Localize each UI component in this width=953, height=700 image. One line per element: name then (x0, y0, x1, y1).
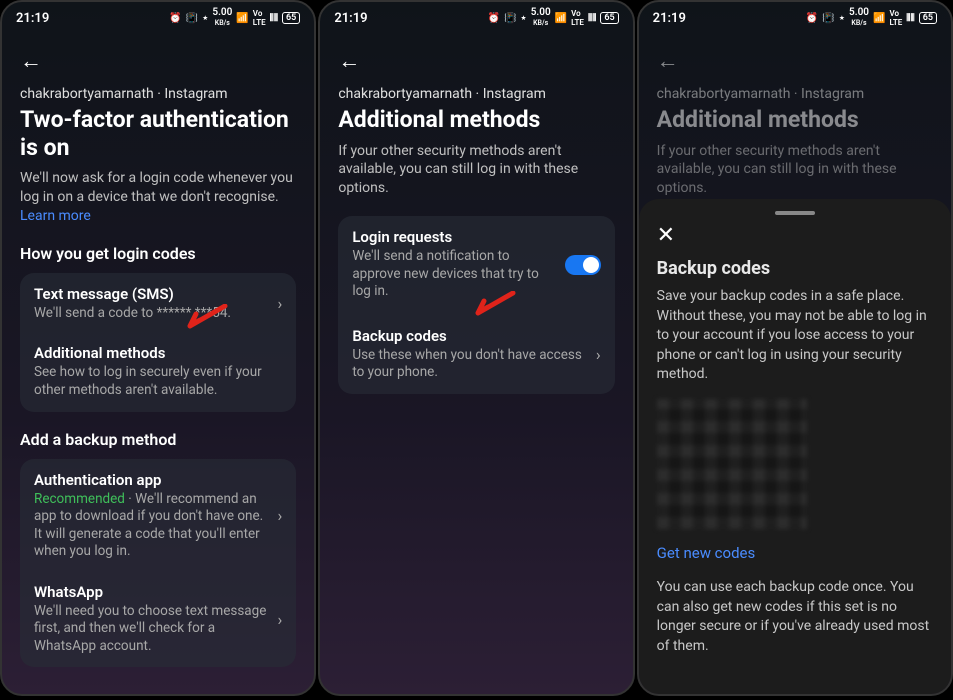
bluetooth-icon: ⋆ (520, 13, 526, 24)
whatsapp-title: WhatsApp (34, 583, 268, 601)
phone-screen-3: 21:19 ⏰ 📳 ⋆ 5.00KB/s 📶 VoLTE ⫴⫴ 65 ← cha… (637, 0, 953, 696)
get-new-codes-link[interactable]: Get new codes (657, 544, 756, 562)
whatsapp-sub: We'll need you to choose text message fi… (34, 603, 268, 656)
additional-methods-card: Login requests We'll send a notification… (338, 216, 614, 394)
login-codes-card: Text message (SMS) We'll send a code to … (20, 273, 296, 412)
vibrate-icon: 📳 (822, 13, 834, 24)
learn-more-link[interactable]: Learn more (20, 208, 91, 224)
chevron-right-icon: › (596, 345, 601, 364)
sms-row[interactable]: Text message (SMS) We'll send a code to … (20, 273, 296, 335)
page-subtitle: If your other security methods aren't av… (657, 142, 933, 199)
auth-app-row[interactable]: Authentication app Recommended · We'll r… (20, 459, 296, 573)
vibrate-icon: 📳 (504, 13, 516, 24)
signal-icon: ⫴⫴ (270, 13, 278, 24)
section-login-codes: How you get login codes (20, 244, 296, 263)
volte-icon: VoLTE (889, 9, 902, 27)
login-requests-sub: We'll send a notification to approve new… (352, 248, 554, 301)
battery-icon: 65 (919, 12, 937, 24)
recommended-label: Recommended (34, 491, 125, 507)
status-icons: ⏰ 📳 ⋆ 5.00KB/s 📶 VoLTE ⫴⫴ 65 (169, 8, 300, 28)
page-subtitle: We'll now ask for a login code whenever … (20, 169, 296, 226)
page-title: Additional methods (657, 106, 933, 134)
additional-methods-row[interactable]: Additional methods See how to log in sec… (20, 334, 296, 411)
signal-icon: ⫴⫴ (906, 13, 914, 24)
chevron-right-icon: › (278, 506, 283, 525)
login-requests-toggle[interactable] (565, 255, 601, 275)
net-speed: 5.00KB/s (531, 8, 551, 28)
status-icons: ⏰ 📳 ⋆ 5.00KB/s 📶 VoLTE ⫴⫴ 65 (488, 8, 619, 28)
status-bar: 21:19 ⏰ 📳 ⋆ 5.00KB/s 📶 VoLTE ⫴⫴ 65 (2, 2, 314, 30)
close-icon[interactable]: ✕ (657, 223, 675, 248)
alarm-icon: ⏰ (488, 13, 500, 24)
volte-icon: VoLTE (253, 9, 266, 27)
back-button[interactable]: ← (338, 48, 360, 74)
battery-icon: 65 (600, 12, 618, 24)
breadcrumb: chakrabortyamarnath · Instagram (20, 86, 296, 102)
sheet-handle[interactable] (775, 211, 815, 215)
sms-title: Text message (SMS) (34, 285, 268, 303)
bluetooth-icon: ⋆ (202, 13, 208, 24)
backup-method-card: Authentication app Recommended · We'll r… (20, 459, 296, 668)
auth-app-title: Authentication app (34, 471, 268, 489)
backup-codes-row[interactable]: Backup codes Use these when you don't ha… (338, 313, 614, 394)
page-title: Additional methods (338, 106, 614, 134)
page-subtitle: If your other security methods aren't av… (338, 142, 614, 199)
additional-methods-title: Additional methods (34, 344, 282, 362)
chevron-right-icon: › (278, 610, 283, 629)
login-requests-row[interactable]: Login requests We'll send a notification… (338, 216, 614, 313)
alarm-icon: ⏰ (169, 13, 181, 24)
sheet-description: Save your backup codes in a safe place. … (657, 287, 933, 385)
alarm-icon: ⏰ (806, 13, 818, 24)
login-requests-title: Login requests (352, 228, 554, 246)
auth-app-sub: Recommended · We'll recommend an app to … (34, 491, 268, 561)
signal-icon: ⫴⫴ (588, 13, 596, 24)
status-icons: ⏰ 📳 ⋆ 5.00KB/s 📶 VoLTE ⫴⫴ 65 (806, 8, 937, 28)
additional-methods-sub: See how to log in securely even if your … (34, 364, 282, 399)
status-bar: 21:19 ⏰ 📳 ⋆ 5.00KB/s 📶 VoLTE ⫴⫴ 65 (320, 2, 632, 30)
sheet-footer: You can use each backup code once. You c… (657, 578, 933, 656)
net-speed: 5.00KB/s (212, 8, 232, 28)
back-button[interactable]: ← (657, 48, 679, 74)
vibrate-icon: 📳 (186, 13, 198, 24)
status-time: 21:19 (334, 11, 367, 26)
wifi-icon: 📶 (236, 13, 248, 24)
backup-codes-title: Backup codes (352, 327, 586, 345)
wifi-icon: 📶 (555, 13, 567, 24)
phone-screen-2: 21:19 ⏰ 📳 ⋆ 5.00KB/s 📶 VoLTE ⫴⫴ 65 ← cha… (318, 0, 634, 696)
page-title: Two-factor authentication is on (20, 106, 296, 161)
bluetooth-icon: ⋆ (839, 13, 845, 24)
backup-codes-blurred (657, 399, 807, 529)
net-speed: 5.00KB/s (849, 8, 869, 28)
wifi-icon: 📶 (873, 13, 885, 24)
back-button[interactable]: ← (20, 48, 42, 74)
phone-screen-1: 21:19 ⏰ 📳 ⋆ 5.00KB/s 📶 VoLTE ⫴⫴ 65 ← cha… (0, 0, 316, 696)
breadcrumb: chakrabortyamarnath · Instagram (338, 86, 614, 102)
battery-icon: 65 (282, 12, 300, 24)
sheet-title: Backup codes (657, 258, 933, 279)
section-backup-method: Add a backup method (20, 430, 296, 449)
sms-sub: We'll send a code to ****** ***54. (34, 305, 268, 323)
breadcrumb: chakrabortyamarnath · Instagram (657, 86, 933, 102)
volte-icon: VoLTE (571, 9, 584, 27)
status-time: 21:19 (16, 11, 49, 26)
backup-codes-sheet: ✕ Backup codes Save your backup codes in… (639, 199, 951, 694)
backup-codes-sub: Use these when you don't have access to … (352, 347, 586, 382)
status-bar: 21:19 ⏰ 📳 ⋆ 5.00KB/s 📶 VoLTE ⫴⫴ 65 (639, 2, 951, 30)
chevron-right-icon: › (278, 294, 283, 313)
status-time: 21:19 (653, 11, 686, 26)
whatsapp-row[interactable]: WhatsApp We'll need you to choose text m… (20, 573, 296, 668)
